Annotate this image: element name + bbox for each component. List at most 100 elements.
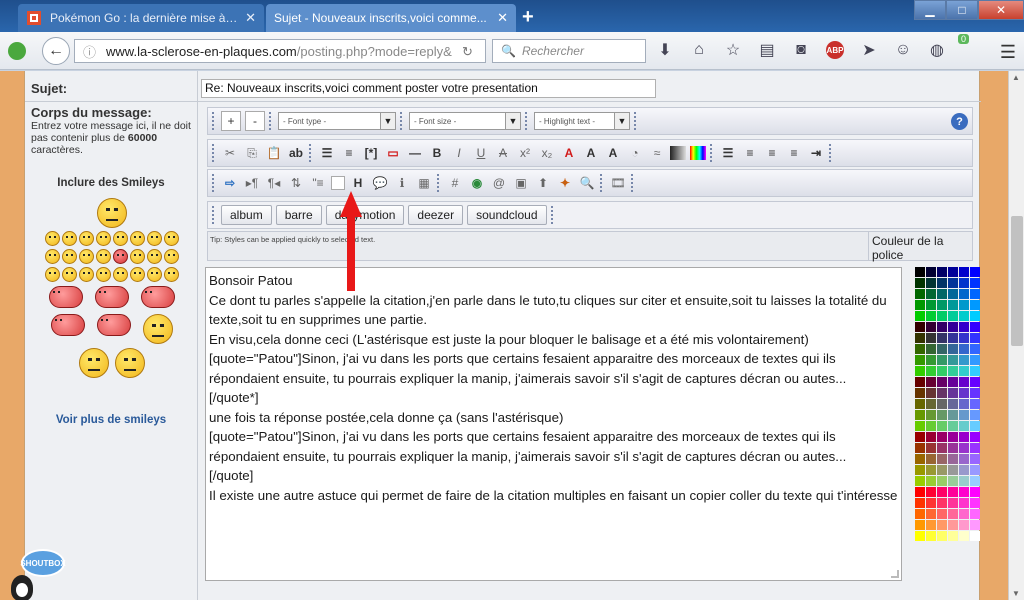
smiley-icon[interactable] [62, 267, 77, 282]
hashtag-icon[interactable]: # [446, 173, 464, 193]
colour-swatch[interactable] [915, 421, 925, 431]
colour-swatch[interactable] [948, 289, 958, 299]
subscript-icon[interactable]: x₂ [538, 143, 556, 163]
colour-swatch[interactable] [915, 344, 925, 354]
colour-swatch[interactable] [970, 289, 980, 299]
speech-bubble-icon[interactable]: 💬 [371, 173, 389, 193]
colour-swatch[interactable] [926, 311, 936, 321]
colour-swatch[interactable] [959, 531, 969, 541]
home-icon[interactable]: ⌂ [690, 41, 708, 59]
smiley-icon[interactable] [113, 249, 128, 264]
colour-swatch[interactable] [959, 399, 969, 409]
colour-swatch[interactable] [959, 487, 969, 497]
colour-swatch[interactable] [970, 366, 980, 376]
extension-logo-icon[interactable] [8, 42, 26, 60]
maximize-button[interactable]: □ [946, 0, 978, 20]
download-icon[interactable]: ⬇ [656, 41, 674, 59]
copy-icon[interactable]: ⎘ [243, 143, 261, 163]
colour-swatch[interactable] [959, 344, 969, 354]
colour-swatch[interactable] [937, 311, 947, 321]
font-type-select[interactable]: - Font type - ▼ [278, 112, 396, 130]
smiley-icon[interactable] [147, 249, 162, 264]
superscript-icon[interactable]: x² [516, 143, 534, 163]
colour-swatch[interactable] [948, 399, 958, 409]
colour-swatch[interactable] [970, 388, 980, 398]
colour-swatch[interactable] [948, 278, 958, 288]
colour-swatch[interactable] [926, 509, 936, 519]
smiley-icon[interactable] [113, 231, 128, 246]
quote-icon[interactable]: "≡ [309, 173, 327, 193]
bold-icon[interactable]: B [428, 143, 446, 163]
colour-swatch[interactable] [915, 366, 925, 376]
deezer-button[interactable]: deezer [408, 205, 464, 225]
smiley-icon[interactable] [97, 198, 127, 228]
colour-swatch[interactable] [937, 454, 947, 464]
smiley-icon[interactable] [45, 231, 60, 246]
close-icon[interactable]: ✕ [497, 10, 508, 26]
colour-swatch[interactable] [959, 366, 969, 376]
sort-icon[interactable]: ⇅ [287, 173, 305, 193]
colour-swatch[interactable] [970, 311, 980, 321]
angel-smiley-icon[interactable] [49, 286, 83, 308]
colour-swatch[interactable] [959, 377, 969, 387]
info-box-icon[interactable]: ℹ [393, 173, 411, 193]
smiley-icon[interactable] [96, 267, 111, 282]
colour-swatch[interactable] [970, 465, 980, 475]
colour-swatch[interactable] [970, 278, 980, 288]
smiley-icon[interactable] [130, 231, 145, 246]
colour-swatch[interactable] [970, 454, 980, 464]
colour-swatch[interactable] [926, 410, 936, 420]
insert-icon[interactable]: ⇨ [221, 173, 239, 193]
reading-list-icon[interactable]: ▤ [758, 41, 776, 59]
heading-icon[interactable]: H [349, 173, 367, 193]
grin-smiley-icon[interactable] [115, 348, 145, 378]
film-icon[interactable]: 🎞 [609, 173, 627, 193]
colour-swatch[interactable] [915, 498, 925, 508]
close-window-button[interactable]: ✕ [978, 0, 1024, 20]
colour-swatch[interactable] [948, 465, 958, 475]
smiley-icon[interactable] [96, 249, 111, 264]
bullet-list-icon[interactable]: ☰ [318, 143, 336, 163]
paste-icon[interactable]: 📋 [265, 143, 283, 163]
image-upload-icon[interactable]: ⬆ [534, 173, 552, 193]
remove-format-icon[interactable]: ab [287, 143, 305, 163]
colour-swatch[interactable] [937, 267, 947, 277]
italic-icon[interactable]: I [450, 143, 468, 163]
colour-swatch[interactable] [948, 498, 958, 508]
colour-swatch[interactable] [970, 432, 980, 442]
rainbow-icon[interactable] [690, 146, 706, 160]
colour-swatch[interactable] [959, 267, 969, 277]
colour-swatch[interactable] [948, 509, 958, 519]
magnify-icon[interactable]: 🔍 [578, 173, 596, 193]
scroll-up-icon[interactable]: ▲ [1012, 73, 1020, 82]
colour-swatch[interactable] [970, 377, 980, 387]
colour-swatch[interactable] [915, 355, 925, 365]
page-icon[interactable]: ▭ [384, 143, 402, 163]
colour-swatch[interactable] [915, 465, 925, 475]
colour-swatch[interactable] [926, 531, 936, 541]
colour-swatch[interactable] [926, 377, 936, 387]
colour-swatch[interactable] [970, 410, 980, 420]
colour-swatch[interactable] [959, 410, 969, 420]
horizontal-rule-icon[interactable]: — [406, 143, 424, 163]
colour-swatch[interactable] [970, 399, 980, 409]
menu-icon[interactable]: ☰ [1000, 42, 1016, 63]
colour-swatch[interactable] [948, 322, 958, 332]
table-icon[interactable]: ▦ [415, 173, 433, 193]
colour-swatch[interactable] [970, 509, 980, 519]
album-button[interactable]: album [221, 205, 272, 225]
text-color-icon[interactable]: A [560, 143, 578, 163]
colour-swatch[interactable] [915, 333, 925, 343]
colour-swatch[interactable] [937, 300, 947, 310]
colour-swatch[interactable] [948, 487, 958, 497]
colour-swatch[interactable] [926, 267, 936, 277]
colour-swatch[interactable] [937, 531, 947, 541]
blank-icon[interactable] [331, 176, 345, 190]
colour-swatch[interactable] [970, 322, 980, 332]
colour-swatch[interactable] [915, 509, 925, 519]
help-icon[interactable]: ? [951, 113, 968, 130]
colour-swatch[interactable] [926, 520, 936, 530]
colour-swatch[interactable] [970, 355, 980, 365]
indent-icon[interactable]: ⇥ [807, 143, 825, 163]
colour-swatch[interactable] [926, 322, 936, 332]
